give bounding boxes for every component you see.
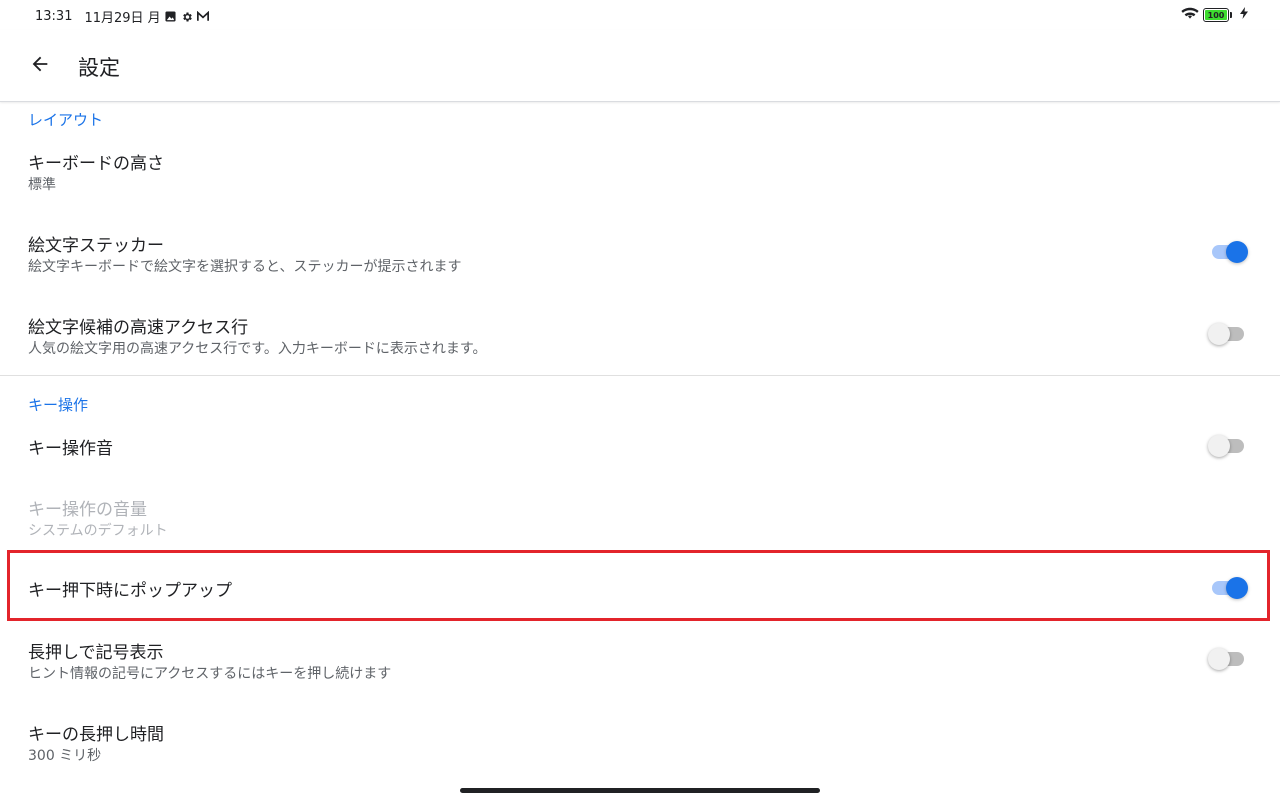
long-press-symbols-toggle[interactable] <box>1208 647 1248 671</box>
emoji-quick-access-toggle[interactable] <box>1208 322 1248 346</box>
back-button[interactable] <box>20 46 60 86</box>
charging-icon <box>1240 7 1248 23</box>
pref-key-popup[interactable]: キー押下時にポップアップ <box>0 554 1280 618</box>
pref-summary: ヒント情報の記号にアクセスするにはキーを押し続けます <box>28 666 392 682</box>
gear-icon <box>181 11 193 23</box>
status-date: 11月29日 月 <box>84 11 161 26</box>
status-bar: 13:31 11月29日 月 100 <box>0 0 1280 30</box>
pref-title: キーの長押し時間 <box>28 725 164 745</box>
pref-long-press-delay[interactable]: キーの長押し時間 300 ミリ秒 <box>0 709 1280 779</box>
battery-level: 100 <box>1207 10 1225 20</box>
pref-summary: 標準 <box>28 177 56 193</box>
pref-summary: システムのデフォルト <box>28 523 168 539</box>
section-header-key-operation: キー操作 <box>28 396 89 414</box>
pref-title: 絵文字ステッカー <box>28 236 164 256</box>
app-bar: 設定 <box>0 30 1280 102</box>
pref-title: キーボードの高さ <box>28 154 164 174</box>
pref-key-sound[interactable]: キー操作音 <box>0 420 1280 474</box>
pref-summary: 絵文字キーボードで絵文字を選択すると、ステッカーが提示されます <box>28 259 462 275</box>
status-time: 13:31 <box>35 9 73 24</box>
pref-key-volume: キー操作の音量 システムのデフォルト <box>0 484 1280 548</box>
pref-emoji-sticker[interactable]: 絵文字ステッカー 絵文字キーボードで絵文字を選択すると、ステッカーが提示されます <box>0 220 1280 300</box>
arrow-back-icon <box>29 53 51 79</box>
pref-title: 絵文字候補の高速アクセス行 <box>28 318 249 338</box>
battery-icon: 100 <box>1203 8 1232 22</box>
key-popup-toggle[interactable] <box>1208 576 1248 600</box>
section-header-layout: レイアウト <box>28 111 104 129</box>
status-bar-right: 100 <box>1181 6 1248 24</box>
pref-title: キー操作音 <box>28 439 113 459</box>
pref-title: キー操作の音量 <box>28 500 147 520</box>
page-title: 設定 <box>78 56 120 80</box>
emoji-sticker-toggle[interactable] <box>1208 240 1248 264</box>
pref-summary: 人気の絵文字用の高速アクセス行です。入力キーボードに表示されます。 <box>28 341 487 357</box>
mail-icon <box>196 11 209 23</box>
status-bar-left: 13:31 11月29日 月 <box>35 7 209 26</box>
key-sound-toggle[interactable] <box>1208 434 1248 458</box>
photo-icon <box>165 11 177 23</box>
wifi-icon <box>1181 6 1199 24</box>
pref-summary: 300 ミリ秒 <box>28 748 102 764</box>
pref-title: キー押下時にポップアップ <box>28 581 232 601</box>
gesture-nav-handle[interactable] <box>460 788 820 793</box>
pref-long-press-symbols[interactable]: 長押しで記号表示 ヒント情報の記号にアクセスするにはキーを押し続けます <box>0 627 1280 703</box>
pref-keyboard-height[interactable]: キーボードの高さ 標準 <box>0 138 1280 218</box>
section-divider <box>0 375 1280 376</box>
pref-title: 長押しで記号表示 <box>28 643 164 663</box>
pref-emoji-quick-access[interactable]: 絵文字候補の高速アクセス行 人気の絵文字用の高速アクセス行です。入力キーボードに… <box>0 302 1280 374</box>
